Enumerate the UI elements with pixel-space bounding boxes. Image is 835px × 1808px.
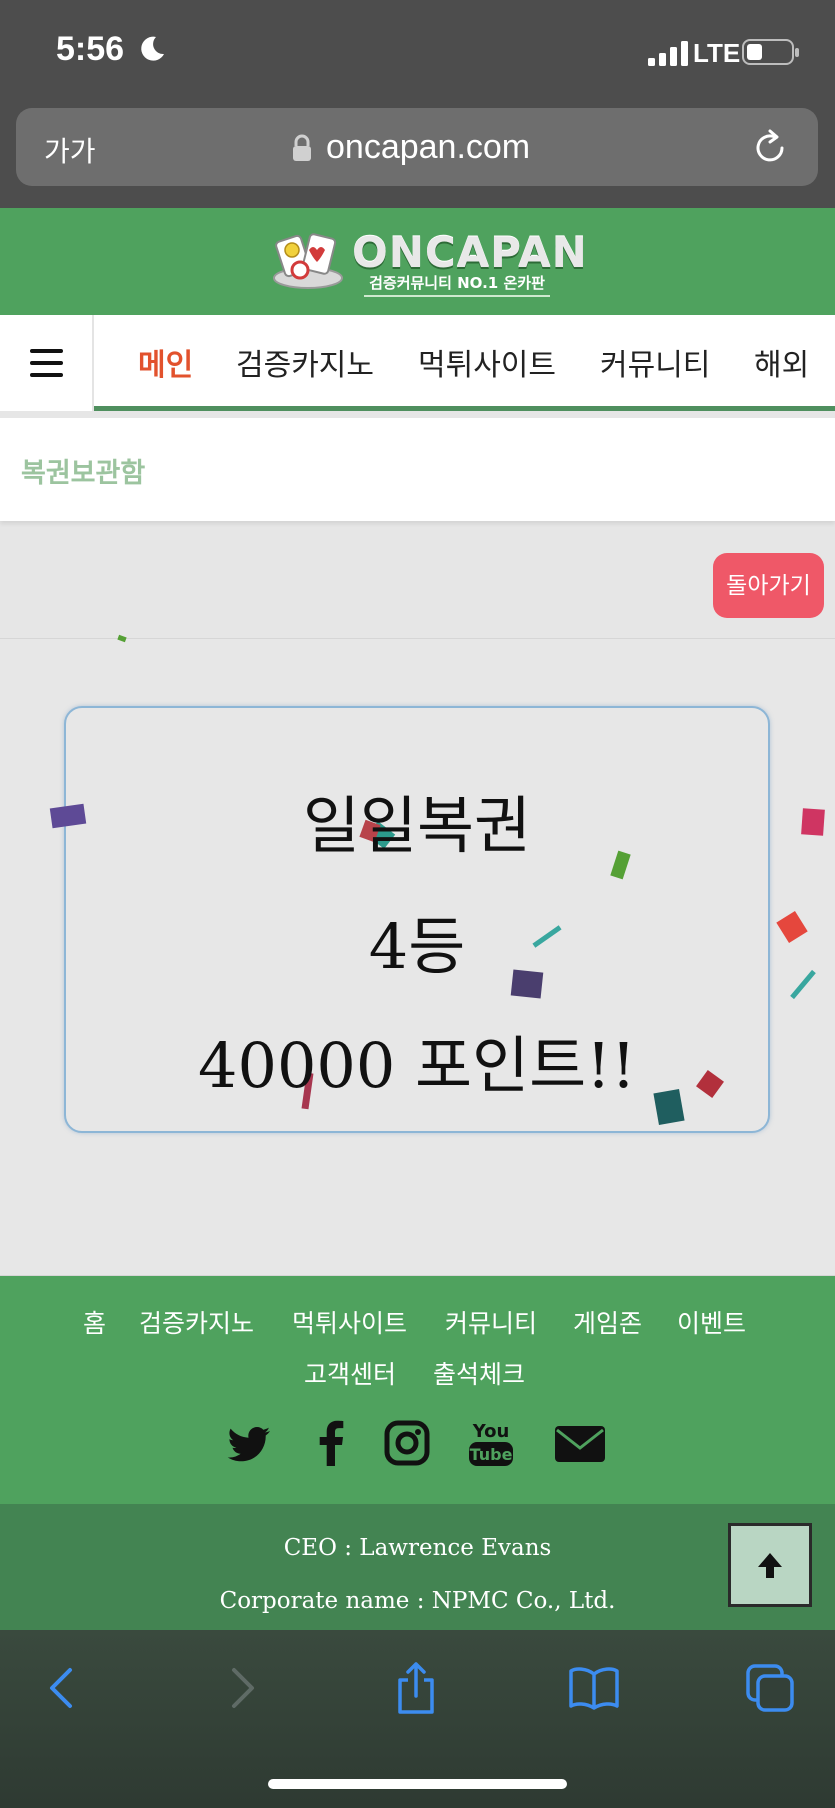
bookmarks-icon[interactable] bbox=[568, 1662, 620, 1714]
footer-link-support[interactable]: 고객센터 bbox=[304, 1355, 396, 1391]
arrow-up-icon bbox=[758, 1553, 782, 1578]
footer-link-home[interactable]: 홈 bbox=[83, 1304, 106, 1340]
nav-item-overseas[interactable]: 해외 bbox=[754, 340, 809, 384]
back-button[interactable]: 돌아가기 bbox=[713, 553, 824, 618]
hamburger-line bbox=[30, 373, 63, 377]
share-icon[interactable] bbox=[390, 1662, 442, 1714]
footer-link-scam-sites[interactable]: 먹튀사이트 bbox=[292, 1304, 407, 1340]
twitter-icon[interactable] bbox=[226, 1418, 272, 1468]
footer-link-verified-casino[interactable]: 검증카지노 bbox=[139, 1304, 254, 1340]
scroll-to-top-button[interactable] bbox=[728, 1523, 812, 1607]
status-time: 5:56 bbox=[56, 30, 125, 68]
lottery-name: 일일복권 bbox=[302, 789, 532, 862]
nav-item-verified-casino[interactable]: 검증카지노 bbox=[236, 340, 374, 384]
url-text[interactable]: oncapan.com bbox=[326, 128, 530, 167]
forward-arrow-icon[interactable] bbox=[216, 1662, 268, 1714]
lottery-rank: 4등 bbox=[368, 910, 466, 983]
page-title: 복권보관함 bbox=[21, 458, 146, 489]
footer-link-attendance[interactable]: 출석체크 bbox=[433, 1355, 525, 1391]
footer-link-game-zone[interactable]: 게임존 bbox=[573, 1304, 642, 1340]
nav-item-community[interactable]: 커뮤니티 bbox=[600, 340, 710, 384]
logo-text[interactable]: ONCAPAN bbox=[352, 228, 588, 277]
text-size-button[interactable]: 가가 bbox=[44, 130, 96, 170]
menu-button[interactable] bbox=[0, 315, 94, 411]
moon-icon bbox=[141, 36, 164, 61]
svg-text:Tube: Tube bbox=[470, 1445, 513, 1464]
nav-item-main[interactable]: 메인 bbox=[138, 340, 193, 384]
hamburger-line bbox=[30, 349, 63, 353]
lock-icon bbox=[293, 134, 311, 161]
back-arrow-icon[interactable] bbox=[36, 1662, 88, 1714]
reload-icon[interactable] bbox=[750, 128, 790, 168]
facebook-icon[interactable] bbox=[308, 1418, 354, 1468]
network-type: LTE bbox=[693, 38, 741, 68]
corporate-name-text: Corporate name : NPMC Co., Ltd. bbox=[219, 1588, 616, 1614]
cellular-signal-icon bbox=[648, 41, 688, 66]
battery-icon bbox=[742, 39, 799, 65]
home-indicator[interactable] bbox=[268, 1779, 567, 1789]
footer-link-events[interactable]: 이벤트 bbox=[677, 1304, 746, 1340]
email-icon[interactable] bbox=[554, 1418, 606, 1468]
tabs-icon[interactable] bbox=[744, 1662, 796, 1714]
hamburger-line bbox=[30, 361, 63, 365]
nav-item-scam-sites[interactable]: 먹튀사이트 bbox=[418, 340, 556, 384]
svg-text:You: You bbox=[472, 1421, 510, 1442]
footer-link-community[interactable]: 커뮤니티 bbox=[445, 1304, 537, 1340]
lottery-prize: 40000 포인트!! bbox=[198, 1029, 636, 1102]
confetti-piece bbox=[801, 808, 825, 836]
youtube-icon[interactable]: You Tube bbox=[468, 1418, 514, 1468]
logo-emblem-icon[interactable] bbox=[272, 228, 344, 296]
ceo-text: CEO : Lawrence Evans bbox=[283, 1535, 552, 1561]
logo-tagline: 검증커뮤니티 NO.1 온카판 bbox=[364, 272, 550, 297]
instagram-icon[interactable] bbox=[384, 1418, 430, 1468]
